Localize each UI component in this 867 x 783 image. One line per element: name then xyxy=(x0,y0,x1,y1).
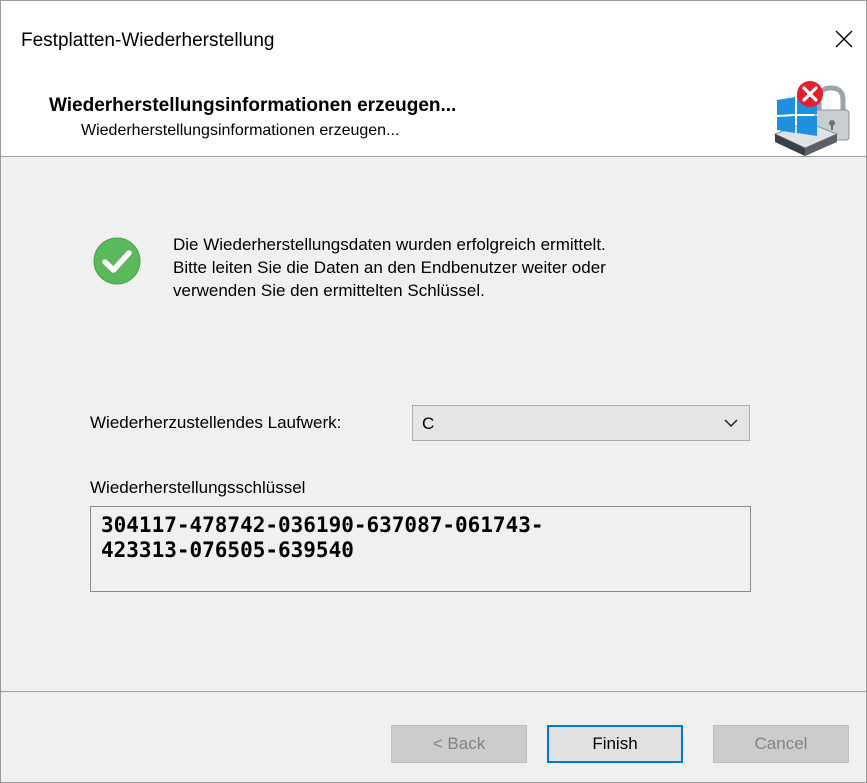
drive-label: Wiederherzustellendes Laufwerk: xyxy=(90,413,342,432)
finish-button[interactable]: Finish xyxy=(547,725,683,763)
close-button[interactable] xyxy=(822,19,866,59)
drive-selected-value: C xyxy=(422,414,435,433)
window-title: Festplatten-Wiederherstellung xyxy=(21,30,275,51)
drive-dropdown[interactable]: C xyxy=(412,405,750,441)
recovery-key-line: 304117-478742-036190-637087-061743- xyxy=(101,513,544,537)
windows-disk-lock-error-icon xyxy=(773,81,850,156)
footer-divider xyxy=(1,691,866,692)
recovery-key-field[interactable]: 304117-478742-036190-637087-061743- 4233… xyxy=(90,506,751,592)
header-subtitle: Wiederherstellungsinformationen erzeugen… xyxy=(81,122,400,139)
title-bar: Festplatten-Wiederherstellung xyxy=(1,1,866,76)
cancel-button[interactable]: Cancel xyxy=(713,725,849,763)
status-line: Bitte leiten Sie die Daten an den Endben… xyxy=(173,258,606,277)
success-check-icon xyxy=(93,237,141,285)
chevron-down-icon xyxy=(724,419,738,428)
status-line: Die Wiederherstellungsdaten wurden erfol… xyxy=(173,235,606,254)
recovery-key-line: 423313-076505-639540 xyxy=(101,538,354,562)
close-icon xyxy=(835,30,853,48)
status-message: Die Wiederherstellungsdaten wurden erfol… xyxy=(173,233,606,302)
status-line: verwenden Sie den ermittelten Schlüssel. xyxy=(173,281,485,300)
recovery-dialog: Festplatten-Wiederherstellung Wiederhers… xyxy=(0,0,867,783)
wizard-header: Wiederherstellungsinformationen erzeugen… xyxy=(1,76,866,157)
back-button[interactable]: < Back xyxy=(391,725,527,763)
header-title: Wiederherstellungsinformationen erzeugen… xyxy=(49,95,457,116)
recovery-key-label: Wiederherstellungsschlüssel xyxy=(90,478,306,497)
